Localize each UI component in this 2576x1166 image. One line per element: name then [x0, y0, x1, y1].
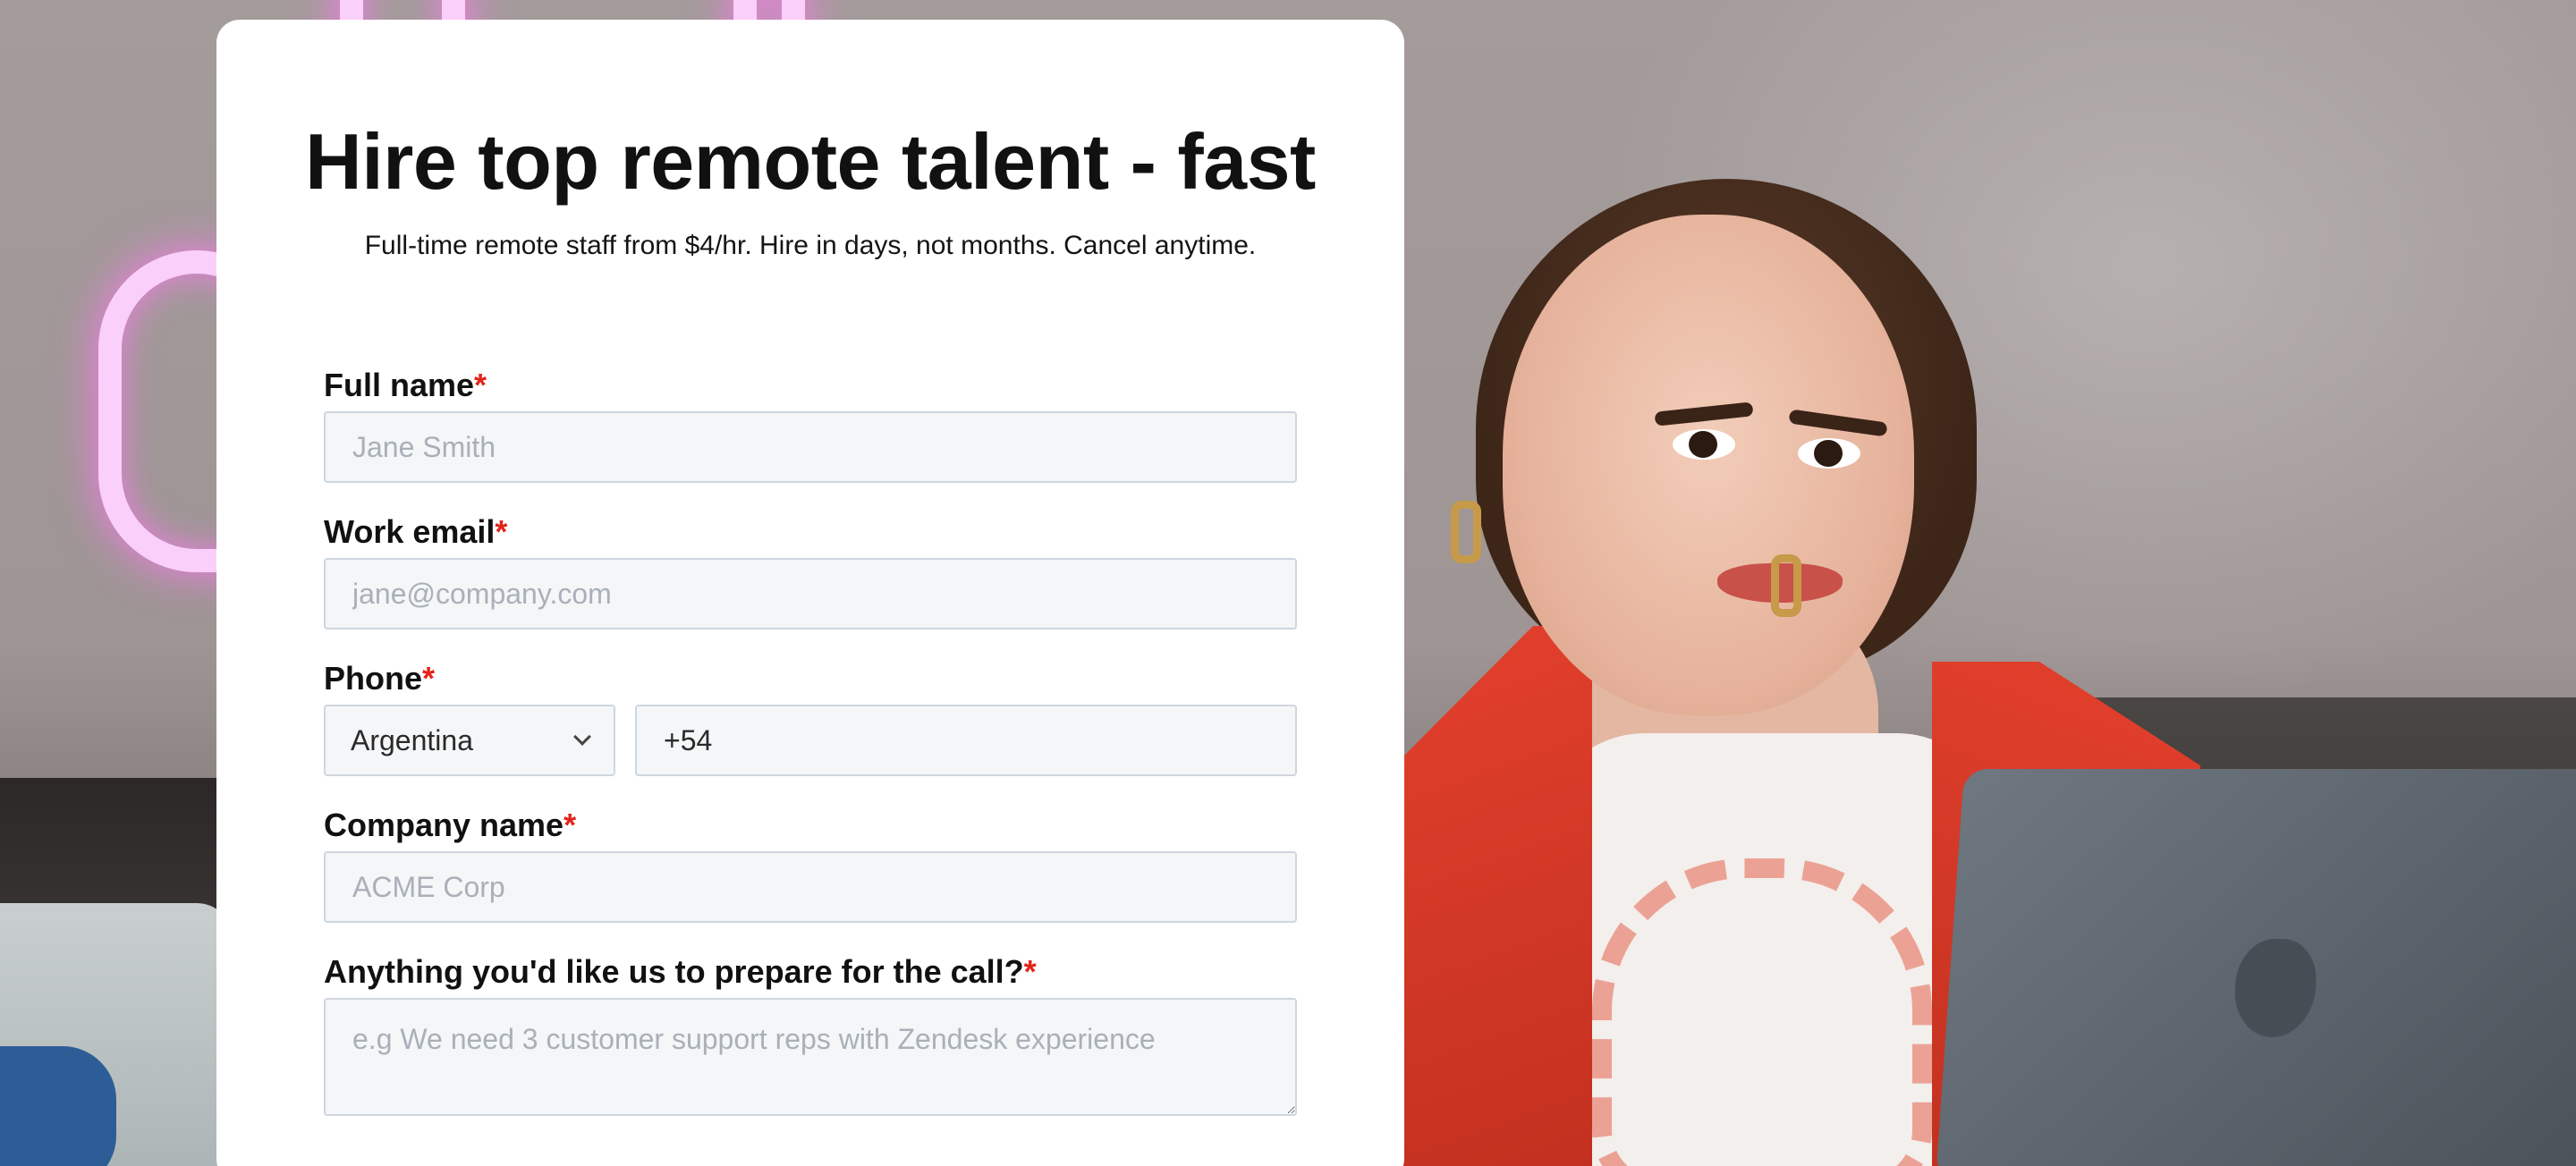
pillow — [0, 1046, 116, 1166]
chevron-down-icon — [573, 728, 591, 746]
required-marker: * — [1023, 953, 1037, 990]
company-name-label: Company name* — [324, 807, 577, 843]
earring — [1451, 501, 1481, 563]
full-name-input[interactable] — [324, 411, 1297, 483]
work-email-input[interactable] — [324, 558, 1297, 629]
country-select[interactable]: Argentina — [324, 705, 615, 776]
lead-form-card: Hire top remote talent - fast Full-time … — [216, 20, 1404, 1166]
phone-number-input[interactable] — [635, 705, 1297, 776]
face — [1503, 215, 1914, 715]
work-email-label: Work email* — [324, 513, 508, 550]
company-name-input[interactable] — [324, 851, 1297, 923]
apple-logo-icon — [2232, 939, 2319, 1037]
page-subtitle: Full-time remote staff from $4/hr. Hire … — [364, 231, 1257, 260]
earring — [1771, 554, 1801, 617]
call-prep-textarea[interactable] — [324, 998, 1297, 1116]
phone-label: Phone* — [324, 660, 436, 697]
required-marker: * — [564, 807, 577, 843]
woman-with-laptop-photo — [1395, 161, 2576, 1166]
required-marker: * — [422, 660, 436, 697]
full-name-label: Full name* — [324, 367, 487, 403]
call-prep-label: Anything you'd like us to prepare for th… — [324, 953, 1037, 990]
required-marker: * — [474, 367, 487, 403]
red-blazer-left — [1395, 626, 1592, 1166]
country-select-value: Argentina — [351, 723, 473, 756]
required-marker: * — [495, 513, 508, 550]
laptop — [1935, 769, 2576, 1166]
page-title: Hire top remote talent - fast — [305, 117, 1316, 206]
